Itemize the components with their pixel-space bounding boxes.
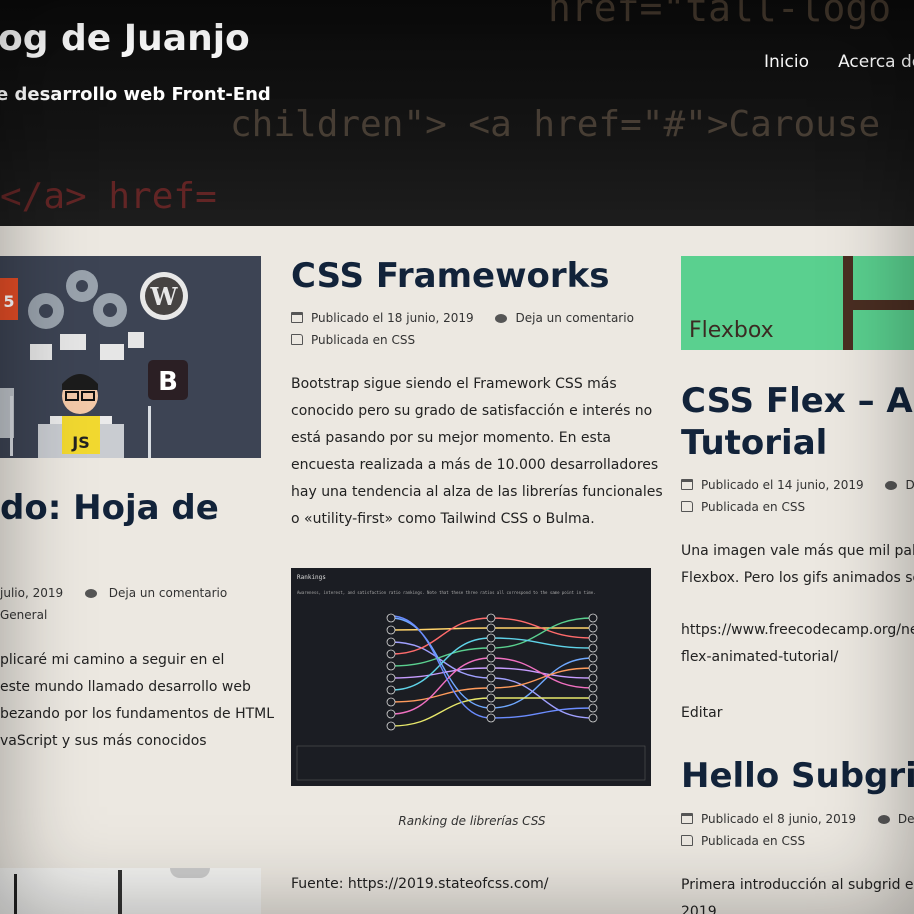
post-left-next-image[interactable] [0, 868, 261, 914]
calendar-icon [681, 813, 693, 824]
excerpt-line: está pasando por su mejor momento. En es… [291, 430, 611, 446]
comment-icon [84, 589, 97, 598]
excerpt-line: Bootstrap sigue siendo el Framework CSS … [291, 376, 617, 392]
developer-illustration: W 5 JS B [0, 256, 261, 458]
edit-link[interactable]: Editar [681, 700, 722, 727]
folder-icon [681, 835, 693, 846]
comment-link[interactable]: Deja [905, 478, 914, 492]
excerpt-line: hay una tendencia al alza de las librerí… [291, 484, 663, 500]
excerpt-line: 2019 [681, 904, 717, 914]
link-line: flex-animated-tutorial/ [681, 649, 839, 665]
comment-icon [495, 314, 508, 323]
post-right-2-excerpt: Primera introducción al subgrid en 2019 [681, 872, 914, 914]
freecodecamp-link[interactable]: https://www.freecodecamp.org/ne flex-ani… [681, 617, 914, 671]
category-link[interactable]: Publicada en CSS [701, 834, 805, 848]
post-date[interactable]: Publicado el 18 junio, 2019 [311, 311, 474, 325]
post-center-category-row: Publicada en CSS [291, 333, 415, 347]
svg-text:5: 5 [3, 292, 14, 311]
post-date[interactable]: Publicado el 14 junio, 2019 [701, 478, 864, 492]
site-description: e desarrollo web Front-End [0, 84, 271, 105]
folder-icon [291, 334, 303, 345]
post-right-meta: Publicado el 14 junio, 2019 Deja [681, 478, 914, 492]
excerpt-line: este mundo llamado desarrollo web [0, 679, 251, 695]
link-line: https://www.freecodecamp.org/ne [681, 622, 914, 638]
site-title[interactable]: og de Juanjo [0, 18, 250, 59]
comment-icon [885, 481, 898, 490]
post-right-category-row: Publicada en CSS [681, 500, 805, 514]
svg-text:B: B [158, 367, 178, 397]
site-header: href="tall-logo children"> <a href="#">C… [0, 0, 914, 226]
title-line: Tutorial [681, 423, 828, 463]
post-center-meta: Publicado el 18 junio, 2019 Deja un come… [291, 311, 634, 325]
header-bg-code: children"> <a href="#">Carouse [230, 104, 881, 145]
comment-link[interactable]: Deja un comentario [109, 586, 227, 600]
comment-link[interactable]: Deja u [898, 812, 914, 826]
source-link[interactable]: Fuente: https://2019.stateofcss.com/ [291, 871, 549, 898]
title-line: CSS Flex – An [681, 381, 914, 421]
excerpt-line: Una imagen vale más que mil palab [681, 543, 914, 559]
menu-item-acerca[interactable]: Acerca de [838, 52, 914, 72]
post-right-title[interactable]: CSS Flex – An Tutorial [681, 380, 914, 464]
menu-item-inicio[interactable]: Inicio [764, 52, 809, 72]
flexbox-image-text: Flexbox [689, 318, 774, 343]
content-area: W 5 JS B do: Hoja de julio, 2019 Deja un… [0, 226, 914, 914]
post-left-image[interactable]: W 5 JS B [0, 256, 261, 458]
post-date[interactable]: Publicado el 8 junio, 2019 [701, 812, 856, 826]
post-left-title[interactable]: do: Hoja de [0, 488, 219, 528]
folder-icon [681, 501, 693, 512]
comment-icon [877, 815, 890, 824]
category-link[interactable]: Publicada en CSS [701, 500, 805, 514]
header-bg-code: </a> href= [0, 176, 217, 217]
post-center-excerpt: Bootstrap sigue siendo el Framework CSS … [291, 371, 663, 533]
excerpt-line: bezando por los fundamentos de HTML [0, 706, 275, 722]
post-date[interactable]: julio, 2019 [0, 586, 63, 600]
rankings-bump-chart [296, 613, 646, 781]
excerpt-line: Primera introducción al subgrid en [681, 877, 914, 893]
header-bg-code: href="tall-logo [548, 0, 892, 30]
excerpt-line: Flexbox. Pero los gifs animados son [681, 570, 914, 586]
svg-text:W: W [150, 282, 179, 311]
post-center-title[interactable]: CSS Frameworks [291, 256, 610, 296]
excerpt-line: encuesta realizada a más de 10.000 desar… [291, 457, 659, 473]
flexbox-image[interactable]: Flexbox [681, 256, 914, 350]
category-link[interactable]: Publicada en CSS [311, 333, 415, 347]
post-left-meta: julio, 2019 Deja un comentario [0, 586, 227, 600]
post-right-2-category-row: Publicada en CSS [681, 834, 805, 848]
comment-link[interactable]: Deja un comentario [515, 311, 633, 325]
post-left-category[interactable]: General [0, 608, 47, 622]
calendar-icon [681, 479, 693, 490]
post-left-excerpt: plicaré mi camino a seguir en el este mu… [0, 647, 274, 755]
calendar-icon [291, 312, 303, 323]
rankings-caption: Ranking de librerías CSS [398, 814, 546, 828]
post-right-2-meta: Publicado el 8 junio, 2019 Deja u [681, 812, 914, 826]
excerpt-line: plicaré mi camino a seguir en el [0, 652, 225, 668]
svg-text:JS: JS [71, 433, 89, 452]
excerpt-line: vaScript y sus más conocidos [0, 733, 207, 749]
excerpt-line: conocido pero su grado de satisfacción e… [291, 403, 653, 419]
excerpt-line: o «utility-first» como Tailwind CSS o Bu… [291, 511, 595, 527]
post-right-2-title[interactable]: Hello Subgrid [681, 756, 914, 796]
post-right-excerpt: Una imagen vale más que mil palab Flexbo… [681, 538, 914, 592]
rankings-image[interactable]: Rankings Awareness, interest, and satisf… [291, 568, 651, 786]
main-menu: Inicio Acerca de [764, 52, 914, 72]
